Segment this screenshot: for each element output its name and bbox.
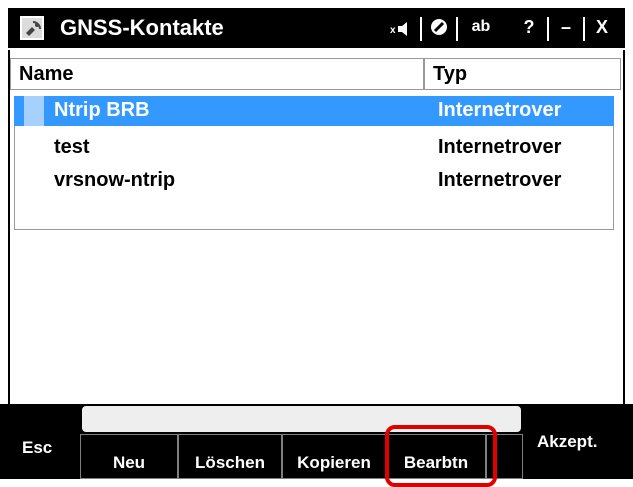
neu-label: Neu bbox=[112, 453, 146, 472]
row-name: Ntrip BRB bbox=[54, 99, 150, 121]
kopieren-label: Kopieren bbox=[297, 453, 371, 472]
esc-label: Esc bbox=[22, 438, 53, 457]
keyboard-button[interactable]: ab bbox=[456, 17, 504, 41]
window-title: GNSS-Kontakte bbox=[60, 15, 224, 40]
akzept-label: Akzept. bbox=[537, 432, 598, 451]
table-row[interactable]: Ntrip BRB Internetrover bbox=[14, 96, 614, 126]
table-row[interactable]: test Internetrover bbox=[14, 133, 614, 163]
column-header-name-label: Name bbox=[19, 63, 74, 85]
close-button[interactable]: X bbox=[583, 17, 619, 41]
selection-marker bbox=[24, 96, 44, 126]
satellite-icon[interactable] bbox=[20, 16, 44, 40]
circle-slash-icon[interactable] bbox=[420, 17, 456, 41]
row-name: vrsnow-ntrip bbox=[54, 169, 176, 191]
column-header-name[interactable]: Name bbox=[10, 58, 424, 90]
neu-button[interactable]: Neu bbox=[80, 434, 178, 479]
kopieren-button[interactable]: Kopieren bbox=[282, 434, 386, 479]
gnss-contacts-window: GNSS-Kontakte x ab ? – X Name Typ Ntrip … bbox=[0, 0, 633, 487]
column-header-typ-label: Typ bbox=[433, 63, 468, 85]
row-typ: Internetrover bbox=[438, 99, 562, 121]
table-row[interactable]: vrsnow-ntrip Internetrover bbox=[14, 166, 614, 196]
akzept-button[interactable]: Akzept. bbox=[527, 404, 625, 479]
row-typ: Internetrover bbox=[438, 136, 562, 158]
speaker-icon[interactable]: x bbox=[384, 17, 420, 41]
row-name: test bbox=[54, 136, 90, 158]
row-typ: Internetrover bbox=[438, 169, 562, 191]
help-button[interactable]: ? bbox=[511, 17, 547, 41]
esc-button[interactable]: Esc bbox=[8, 404, 72, 479]
loeschen-label: Löschen bbox=[195, 453, 265, 472]
title-bar: GNSS-Kontakte x ab ? – X bbox=[8, 8, 625, 48]
column-header-typ[interactable]: Typ bbox=[424, 58, 621, 90]
minimize-button[interactable]: – bbox=[547, 17, 583, 41]
loeschen-button[interactable]: Löschen bbox=[178, 434, 282, 479]
svg-text:x: x bbox=[390, 25, 396, 36]
bearbeiten-highlight-box bbox=[385, 425, 497, 487]
